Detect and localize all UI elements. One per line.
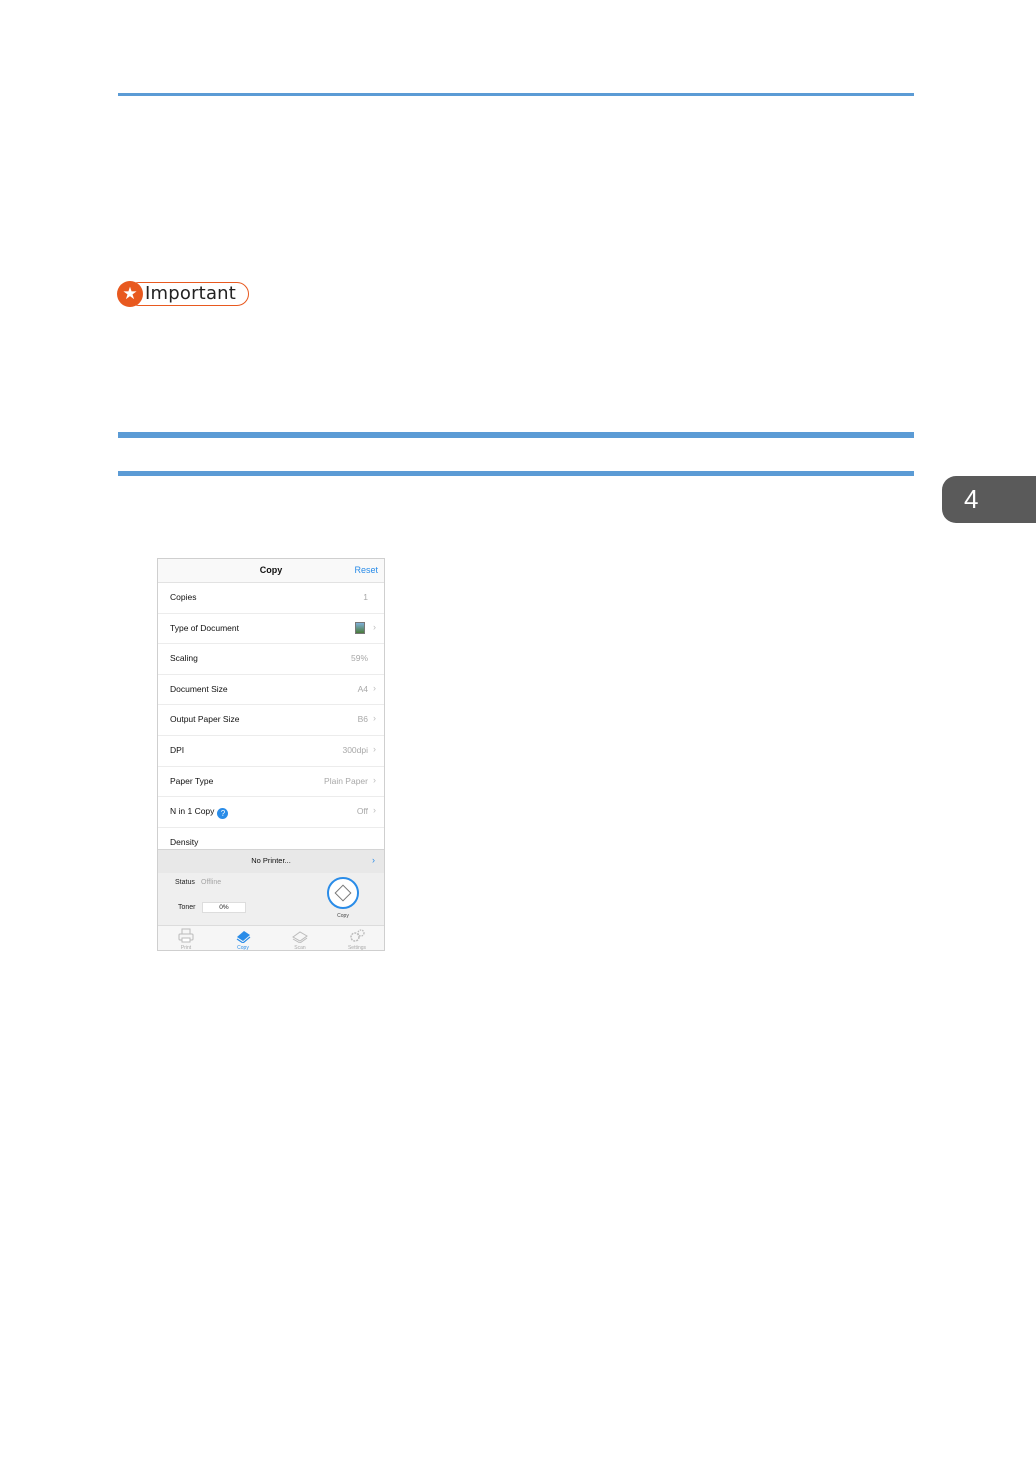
tab-label: Print [180,945,192,951]
setting-copies[interactable]: Copies 1 [158,583,384,614]
setting-label: Output Paper Size [170,714,240,725]
setting-label: N in 1 Copy [170,806,215,817]
setting-type-of-document[interactable]: Type of Document › [158,614,384,645]
status-value: Offline [201,879,222,886]
setting-label: Density [170,836,199,847]
tab-settings[interactable]: Settings [329,926,384,951]
status-label: Status [175,879,195,886]
reset-button[interactable]: Reset [354,565,378,575]
printer-selector[interactable]: No Printer... › [158,849,384,874]
nav-title: Copy [259,565,283,575]
chevron-right-icon: › [372,855,375,865]
setting-value: 1 [363,592,368,602]
toner-label: Toner [178,904,196,911]
help-icon[interactable]: ? [217,808,229,820]
scanner-icon [292,931,308,943]
chevron-right-icon: › [373,713,376,724]
copy-start-button[interactable] [327,877,359,909]
important-badge: ★ Important [117,281,249,307]
copy-icon [236,931,251,943]
chapter-tab: 4 [942,476,1036,523]
settings-list: Copies 1 Type of Document › Scaling 59% … [158,583,384,857]
section-rule-top [118,432,914,438]
setting-n-in-1-copy[interactable]: N in 1 Copy? Off › [158,797,384,828]
setting-label: DPI [170,744,185,755]
chevron-right-icon: › [373,621,376,632]
setting-document-size[interactable]: Document Size A4 › [158,675,384,706]
tab-label: Scan [294,945,306,951]
nav-bar: Copy Reset [158,559,384,583]
setting-label: Scaling [170,653,198,664]
setting-dpi[interactable]: DPI 300dpi › [158,736,384,767]
chevron-right-icon: › [373,774,376,785]
setting-scaling[interactable]: Scaling 59% [158,644,384,675]
tab-bar: Print Copy Scan Settings [158,925,384,951]
setting-paper-type[interactable]: Paper Type Plain Paper › [158,767,384,798]
copy-button-label: Copy [337,913,349,919]
chevron-right-icon: › [373,805,376,816]
tab-print[interactable]: Print [158,926,214,951]
setting-label: Type of Document [170,622,239,633]
chevron-right-icon: › [373,682,376,693]
tab-copy[interactable]: Copy [215,926,271,951]
star-icon: ★ [117,281,143,307]
chevron-right-icon: › [373,743,376,754]
status-area: Status Offline Toner 0% Copy [158,873,384,925]
toner-value: 0% [202,902,246,913]
setting-label: Copies [170,592,197,602]
photo-document-icon [355,621,365,634]
app-screenshot: Copy Reset Copies 1 Type of Document › S… [157,558,385,951]
setting-value: Off [356,806,368,817]
setting-value: 59% [350,653,368,664]
setting-label: Paper Type [170,775,214,786]
setting-label: Document Size [170,683,228,694]
setting-value: 300dpi [342,744,368,755]
header-rule [118,93,914,96]
gears-icon [350,929,365,942]
setting-value: A4 [357,683,368,694]
start-icon [334,884,352,902]
printer-label: No Printer... [251,856,291,865]
tab-label: Copy [237,945,249,951]
setting-label-wrap: N in 1 Copy? [170,806,229,820]
setting-output-paper-size[interactable]: Output Paper Size B6 › [158,705,384,736]
printer-icon [178,928,194,943]
tab-scan[interactable]: Scan [272,926,328,951]
important-label: Important [145,283,237,304]
tab-label: Settings [347,945,367,951]
setting-value: Plain Paper [324,775,368,786]
section-rule-bottom [118,471,914,476]
setting-value: B6 [357,714,368,725]
